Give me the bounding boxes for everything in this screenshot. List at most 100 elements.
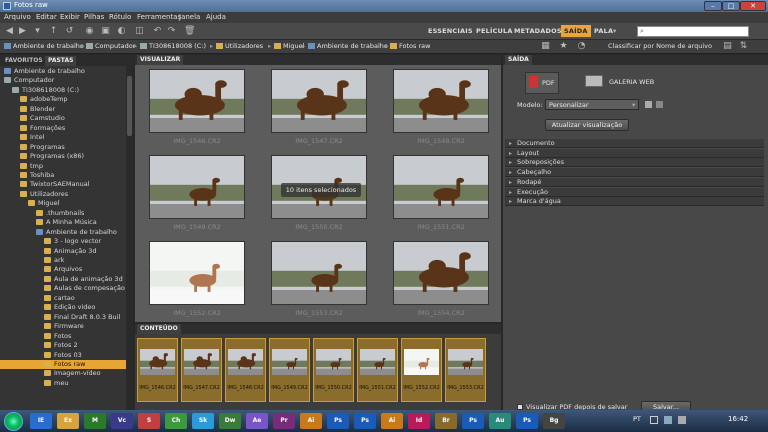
tree-item[interactable]: Aula de animação 3d (0, 275, 126, 284)
scrollbar-thumb[interactable] (127, 76, 132, 136)
quality-icon[interactable]: ◔ (576, 41, 587, 52)
folder-tree-scrollbar[interactable] (126, 66, 133, 410)
tab-pastas[interactable]: PASTAS (45, 56, 77, 66)
tree-item[interactable]: Programas (x86) (0, 152, 126, 161)
taskbar-app-icon[interactable]: S (138, 413, 160, 429)
photoshop-icon[interactable]: ◫ (134, 26, 145, 37)
taskbar-app-icon[interactable]: Au (489, 413, 511, 429)
taskbar-app-icon[interactable]: Ps (462, 413, 484, 429)
tree-item[interactable]: Final Draft 8.0.3 Buil (0, 313, 126, 322)
new-folder-icon[interactable]: ▤ (722, 41, 733, 52)
tree-item[interactable]: ark (0, 256, 126, 265)
tree-item[interactable]: TI308618008 (C:) (0, 86, 126, 95)
thumbnail-cell[interactable]: IMG_1547.CR2 (261, 67, 371, 149)
tree-item[interactable]: adobeTemp (0, 95, 126, 104)
photo-thumbnail[interactable] (393, 241, 489, 305)
photo-thumbnail[interactable] (393, 69, 489, 133)
taskbar-app-icon[interactable]: M (84, 413, 106, 429)
menu-pilhas[interactable]: Pilhas (84, 13, 104, 21)
tree-item[interactable]: Ambiente de trabalho (0, 228, 126, 237)
tree-item[interactable]: tmp (0, 162, 126, 171)
tree-item[interactable]: Fotos (0, 332, 126, 341)
tree-item[interactable]: Edição video (0, 303, 126, 312)
pdf-output-button[interactable]: PDF (525, 72, 559, 94)
sort-direction-icon[interactable]: ⇅ (738, 41, 749, 52)
tree-item[interactable]: Camstudio (0, 114, 126, 123)
breadcrumb-item[interactable]: Computador (86, 42, 135, 50)
thumbnail-cell[interactable]: IMG_1554.CR2 (383, 239, 493, 321)
menu-rotulo[interactable]: Rótulo (109, 13, 131, 21)
settings-section[interactable]: ▸ Layout (505, 148, 764, 158)
tree-item[interactable]: Toshiba (0, 171, 126, 180)
history-icon[interactable]: ▾ (32, 26, 43, 37)
template-select[interactable]: Personalizar ▾ (545, 99, 639, 110)
tray-icon[interactable] (650, 416, 658, 424)
settings-section[interactable]: ▸ Execução (505, 187, 764, 197)
view-mode-icon[interactable]: ▦ (540, 41, 551, 52)
settings-section[interactable]: ▸ Documento (505, 139, 764, 148)
taskbar-app-icon[interactable]: Ex (57, 413, 79, 429)
tree-item[interactable]: Fotos raw (0, 359, 126, 369)
thumbnail-cell[interactable]: IMG_1548.CR2 (383, 67, 493, 149)
taskbar-app-icon[interactable]: Br (435, 413, 457, 429)
tree-item[interactable]: Utilizadores (0, 190, 126, 199)
filmstrip-item[interactable]: IMG_1551.CR2 (357, 338, 398, 402)
taskbar-app-icon[interactable]: Ps (516, 413, 538, 429)
taskbar-app-icon[interactable]: Ai (300, 413, 322, 429)
menu-ferramentas[interactable]: Ferramentas (137, 13, 181, 21)
back-icon[interactable]: ◀ (4, 26, 15, 37)
tree-item[interactable]: Programas (0, 143, 126, 152)
breadcrumb-item[interactable]: Ambiente de trabalho (308, 42, 388, 50)
taskbar-app-icon[interactable]: IE (30, 413, 52, 429)
taskbar-app-icon[interactable]: Ps (354, 413, 376, 429)
web-gallery-button[interactable]: GALERIA WEB (583, 72, 654, 94)
filmstrip-item[interactable]: IMG_1550.CR2 (313, 338, 354, 402)
tree-item[interactable]: meu (0, 379, 126, 388)
taskbar-app-icon[interactable]: Bg (543, 413, 565, 429)
open-camera-raw-icon[interactable]: ◐ (116, 26, 127, 37)
filmstrip-item[interactable]: IMG_1546.CR2 (137, 338, 178, 402)
network-icon[interactable] (664, 416, 672, 424)
refine-icon[interactable]: ▣ (100, 26, 111, 37)
breadcrumb-item[interactable]: Ambiente de trabalho (4, 42, 84, 50)
workspace-essenciais[interactable]: ESSENCIAIS (428, 27, 473, 35)
tree-item[interactable]: Formações (0, 124, 126, 133)
tree-item[interactable]: TwixtorSAEManual (0, 180, 126, 189)
taskbar-app-icon[interactable]: Dw (219, 413, 241, 429)
tree-item[interactable]: .thumbnails (0, 209, 126, 218)
tab-conteudo[interactable]: CONTEÚDO (137, 324, 181, 334)
tree-item[interactable]: 3 - logo vector (0, 237, 126, 246)
rotate-ccw-icon[interactable]: ↶ (152, 26, 163, 37)
filmstrip-item[interactable]: IMG_1553.CR2 (445, 338, 486, 402)
filmstrip-item[interactable]: IMG_1552.CR2 (401, 338, 442, 402)
save-template-icon[interactable] (645, 101, 652, 108)
sort-dropdown[interactable]: Classificar por Nome de arquivo (608, 42, 712, 50)
tree-item[interactable]: Fotos 2 (0, 341, 126, 350)
breadcrumb-item[interactable]: Utilizadores (216, 42, 263, 50)
photo-thumbnail[interactable] (149, 69, 245, 133)
tree-item[interactable]: Fotos 03 (0, 351, 126, 360)
breadcrumb-item[interactable]: Fotos raw (390, 42, 430, 50)
thumbnail-cell[interactable]: IMG_1552.CR2 (139, 239, 249, 321)
tree-item[interactable]: Blender (0, 105, 126, 114)
tree-item[interactable]: A Minha Música (0, 218, 126, 227)
filmstrip-item[interactable]: IMG_1549.CR2 (269, 338, 310, 402)
delete-icon[interactable]: 🗑 (184, 26, 195, 37)
tree-item[interactable]: Arquivos (0, 265, 126, 274)
photo-thumbnail[interactable] (271, 241, 367, 305)
thumbnail-cell[interactable]: IMG_1546.CR2 (139, 67, 249, 149)
tree-item[interactable]: Miguel (0, 199, 126, 208)
breadcrumb-item[interactable]: Miguel (274, 42, 304, 50)
menu-janela[interactable]: Janela (179, 13, 200, 21)
taskbar-app-icon[interactable]: Pr (273, 413, 295, 429)
menu-ajuda[interactable]: Ajuda (206, 13, 226, 21)
tree-item[interactable]: Computador (0, 76, 126, 85)
settings-section[interactable]: ▸ Sobreposições (505, 158, 764, 168)
rotate-cw-icon[interactable]: ↷ (166, 26, 177, 37)
taskbar-app-icon[interactable]: Vc (111, 413, 133, 429)
volume-icon[interactable] (678, 416, 686, 424)
settings-section[interactable]: ▸ Marca d'água (505, 197, 764, 207)
camera-icon[interactable]: ◉ (84, 26, 95, 37)
tab-saida[interactable]: SAÍDA (505, 55, 532, 65)
thumbnail-cell[interactable]: IMG_1549.CR2 (139, 153, 249, 235)
